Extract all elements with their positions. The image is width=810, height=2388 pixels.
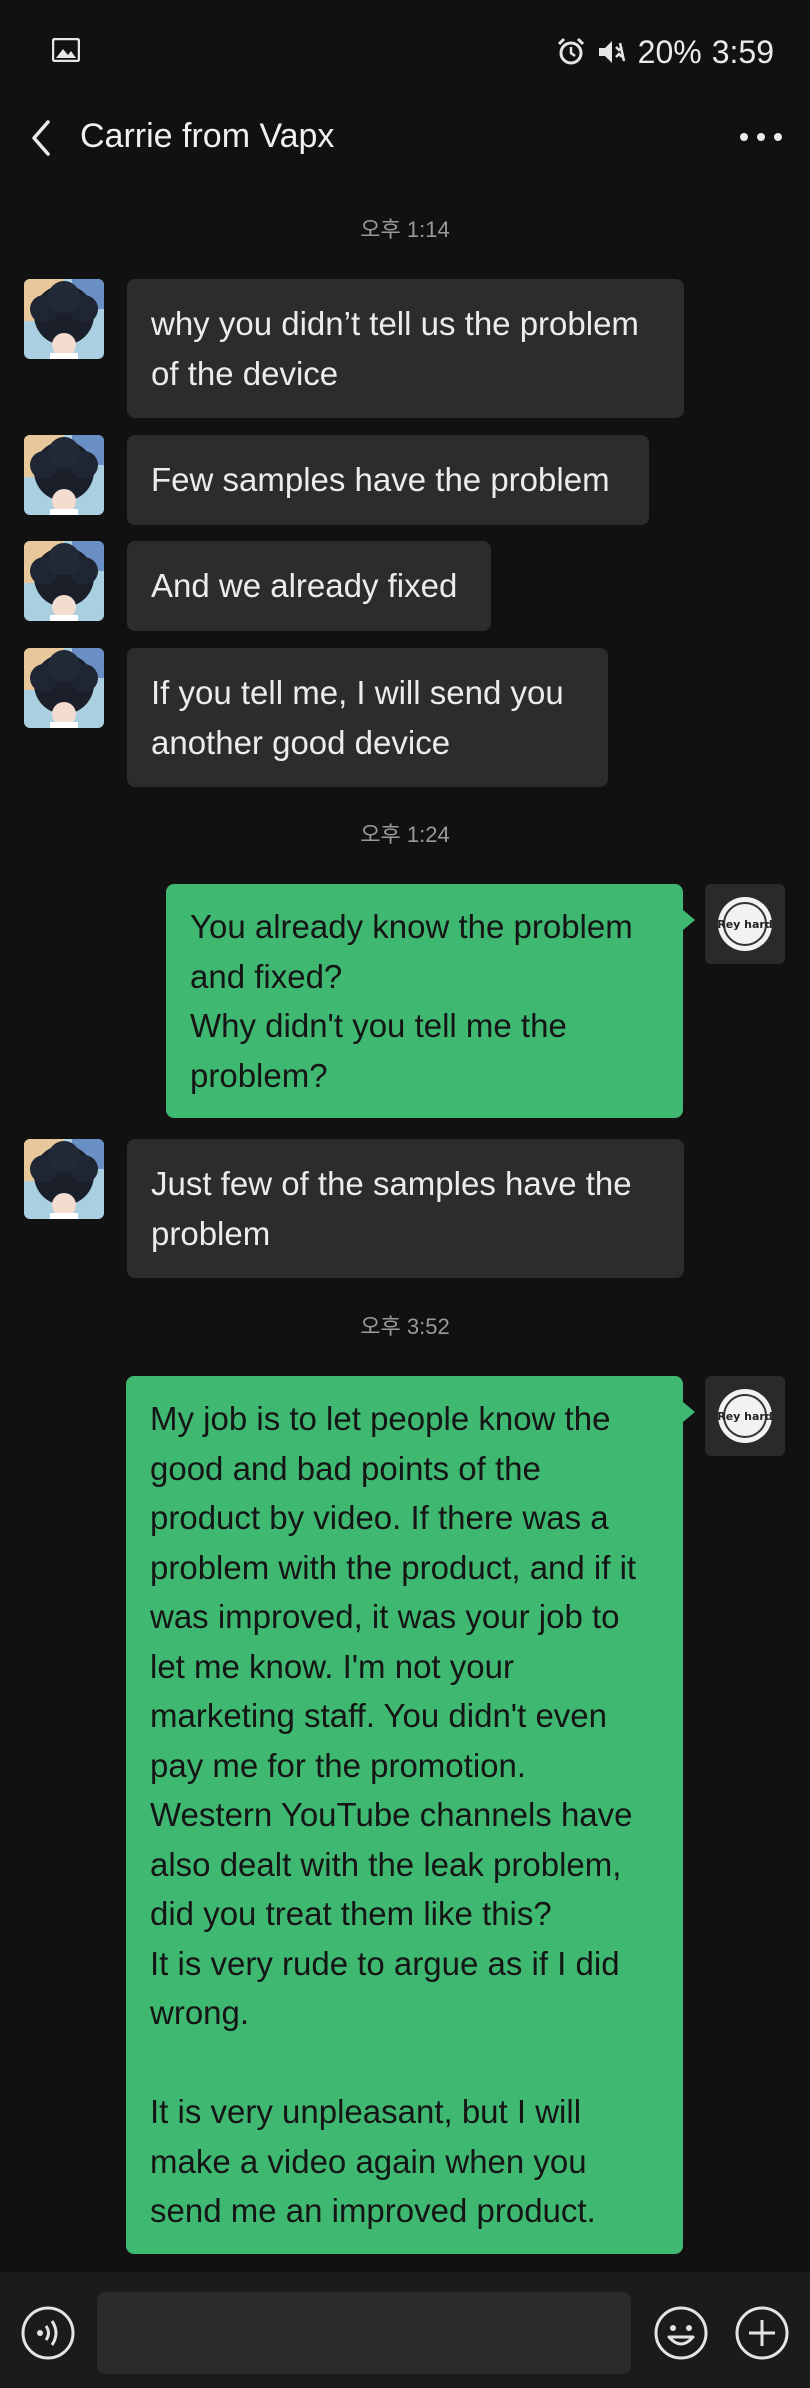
message-bubble-incoming[interactable]: why you didn’t tell us the problem of th… [127, 279, 684, 418]
message-bubble-incoming[interactable]: Just few of the samples have the problem [127, 1139, 684, 1278]
alarm-icon [557, 37, 584, 65]
message-text: of the device [151, 354, 339, 392]
battery-percentage: 20% [637, 33, 702, 70]
contact-avatar[interactable] [24, 435, 104, 515]
paragraph-break [150, 2038, 659, 2088]
voice-input-icon[interactable] [20, 2305, 76, 2361]
back-arrow-icon[interactable] [26, 118, 56, 158]
message-text: problem with the product, and if it [150, 1548, 637, 1586]
my-avatar[interactable]: Rey hard [705, 1376, 785, 1456]
contact-avatar[interactable] [24, 541, 104, 621]
status-bar: 20% 3:59 [0, 0, 810, 100]
clock: 3:59 [711, 33, 774, 70]
message-text: Why didn't you tell me the [190, 1007, 567, 1044]
gallery-icon [52, 38, 80, 62]
message-text: pay me for the promotion. [150, 1746, 527, 1784]
message-text: and fixed? [190, 957, 343, 995]
message-text: also dealt with the leak problem, [150, 1845, 622, 1883]
message-text: It is very unpleasant, but I will [150, 2093, 582, 2130]
message-bubble-outgoing[interactable]: My job is to let people know the good an… [126, 1376, 695, 2254]
message-text: wrong. [150, 1994, 250, 2031]
plus-icon[interactable] [734, 2305, 790, 2361]
chat-title: Carrie from Vapx [80, 117, 335, 155]
more-options-icon[interactable] [740, 122, 782, 152]
message-text: did you treat them like this? [150, 1895, 552, 1932]
contact-avatar[interactable] [24, 648, 104, 728]
contact-avatar[interactable] [24, 279, 104, 359]
message-bubble-incoming[interactable]: If you tell me, I will send you another … [127, 648, 608, 787]
message-bubble-incoming[interactable]: Few samples have the problem [127, 435, 649, 525]
message-text: make a video again when you [150, 2142, 587, 2180]
my-avatar[interactable]: Rey hard [705, 884, 785, 964]
message-text: let me know. I'm not your [150, 1647, 514, 1685]
chat-header: Carrie from Vapx [0, 100, 810, 180]
timestamp: 오후 3:52 [360, 1314, 450, 1339]
message-text: another good device [151, 723, 451, 761]
message-text: My job is to let people know the [150, 1400, 611, 1437]
message-text: good and bad points of the [150, 1449, 541, 1487]
message-text: was improved, it was your job to [150, 1598, 620, 1635]
message-text: send me an improved product. [150, 2192, 596, 2229]
status-indicators: 20% 3:59 [556, 30, 774, 74]
message-text: If you tell me, I will send you [151, 674, 564, 711]
message-text: product by video. If there was a [150, 1499, 609, 1536]
message-bubble-incoming[interactable]: And we already fixed [127, 541, 491, 631]
message-input[interactable] [97, 2292, 631, 2374]
mute-icon [598, 41, 625, 63]
message-text: And we already fixed [151, 567, 458, 604]
message-text: It is very rude to argue as if I did [150, 1944, 620, 1982]
emoji-icon[interactable] [653, 2305, 709, 2361]
timestamp: 오후 1:14 [360, 217, 450, 242]
message-text: why you didn’t tell us the problem [151, 305, 639, 342]
contact-avatar[interactable] [24, 1139, 104, 1219]
message-text: Few samples have the problem [151, 461, 610, 498]
timestamp: 오후 1:24 [360, 822, 450, 847]
message-text: marketing staff. You didn't even [150, 1697, 608, 1734]
message-text: You already know the problem [190, 908, 633, 945]
message-bubble-outgoing[interactable]: You already know the problem and fixed? … [166, 884, 695, 1118]
composer-bar [0, 2272, 810, 2388]
logo-text: Rey hard [717, 1410, 772, 1423]
message-text: problem? [190, 1056, 328, 1094]
logo-text: Rey hard [717, 918, 772, 931]
message-text: Western YouTube channels have [150, 1796, 633, 1833]
message-text: Just few of the samples have the [151, 1165, 632, 1202]
message-text: problem [151, 1214, 271, 1252]
